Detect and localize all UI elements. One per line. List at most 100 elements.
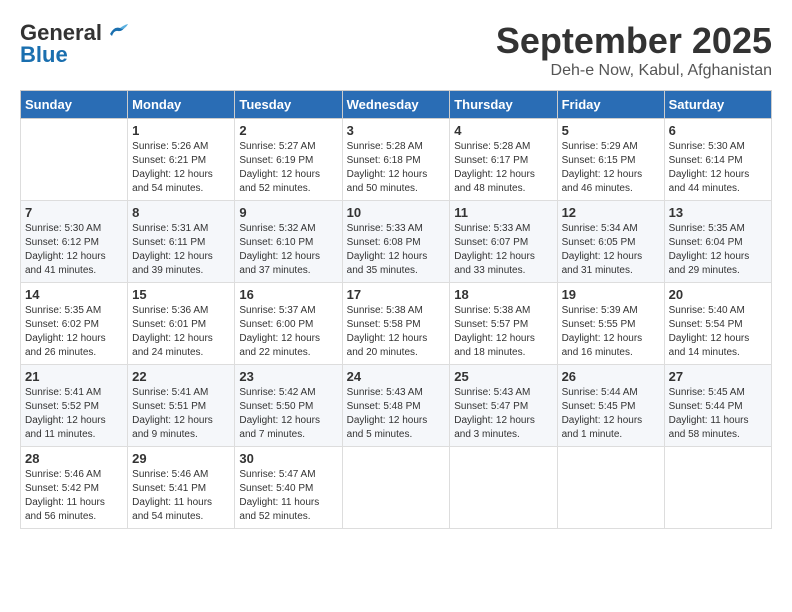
calendar-cell: 9 Sunrise: 5:32 AM Sunset: 6:10 PM Daylig… <box>235 201 342 283</box>
day-info: Sunrise: 5:27 AM Sunset: 6:19 PM Dayligh… <box>239 140 337 196</box>
calendar-week-row: 28Sunrise: 5:46 AM Sunset: 5:42 PM Dayli… <box>21 447 772 529</box>
day-number: 12 <box>562 205 660 220</box>
calendar-cell: 23Sunrise: 5:42 AM Sunset: 5:50 PM Dayli… <box>235 365 342 447</box>
calendar-cell: 4 Sunrise: 5:28 AM Sunset: 6:17 PM Daylig… <box>450 119 557 201</box>
day-number: 27 <box>669 369 767 384</box>
calendar-cell: 8 Sunrise: 5:31 AM Sunset: 6:11 PM Daylig… <box>128 201 235 283</box>
day-number: 16 <box>239 287 337 302</box>
day-number: 22 <box>132 369 230 384</box>
calendar-cell: 7 Sunrise: 5:30 AM Sunset: 6:12 PM Daylig… <box>21 201 128 283</box>
weekday-header-sunday: Sunday <box>21 91 128 119</box>
day-info: Sunrise: 5:28 AM Sunset: 6:17 PM Dayligh… <box>454 140 552 196</box>
calendar-cell: 13 Sunrise: 5:35 AM Sunset: 6:04 PM Dayli… <box>664 201 771 283</box>
day-info: Sunrise: 5:34 AM Sunset: 6:05 PM Dayligh… <box>562 222 660 278</box>
month-year-title: September 2025 <box>496 20 772 62</box>
calendar-cell: 2 Sunrise: 5:27 AM Sunset: 6:19 PM Daylig… <box>235 119 342 201</box>
day-info: Sunrise: 5:30 AM Sunset: 6:12 PM Dayligh… <box>25 222 123 278</box>
day-info: Sunrise: 5:41 AM Sunset: 5:51 PM Dayligh… <box>132 386 230 442</box>
calendar-cell: 28Sunrise: 5:46 AM Sunset: 5:42 PM Dayli… <box>21 447 128 529</box>
day-number: 19 <box>562 287 660 302</box>
day-number: 17 <box>347 287 446 302</box>
weekday-header-thursday: Thursday <box>450 91 557 119</box>
day-info: Sunrise: 5:30 AM Sunset: 6:14 PM Dayligh… <box>669 140 767 196</box>
calendar-week-row: 14Sunrise: 5:35 AM Sunset: 6:02 PM Dayli… <box>21 283 772 365</box>
calendar-cell: 25 Sunrise: 5:43 AM Sunset: 5:47 PM Dayli… <box>450 365 557 447</box>
weekday-header-friday: Friday <box>557 91 664 119</box>
day-number: 25 <box>454 369 552 384</box>
calendar-cell: 1Sunrise: 5:26 AM Sunset: 6:21 PM Daylig… <box>128 119 235 201</box>
day-info: Sunrise: 5:38 AM Sunset: 5:57 PM Dayligh… <box>454 304 552 360</box>
calendar-cell: 6 Sunrise: 5:30 AM Sunset: 6:14 PM Daylig… <box>664 119 771 201</box>
day-number: 2 <box>239 123 337 138</box>
calendar-cell: 15Sunrise: 5:36 AM Sunset: 6:01 PM Dayli… <box>128 283 235 365</box>
calendar-cell <box>664 447 771 529</box>
calendar-cell: 18 Sunrise: 5:38 AM Sunset: 5:57 PM Dayli… <box>450 283 557 365</box>
day-number: 21 <box>25 369 123 384</box>
day-info: Sunrise: 5:44 AM Sunset: 5:45 PM Dayligh… <box>562 386 660 442</box>
weekday-header-wednesday: Wednesday <box>342 91 450 119</box>
calendar-cell: 3 Sunrise: 5:28 AM Sunset: 6:18 PM Daylig… <box>342 119 450 201</box>
logo-bird-icon <box>106 24 128 42</box>
calendar-week-row: 7 Sunrise: 5:30 AM Sunset: 6:12 PM Daylig… <box>21 201 772 283</box>
day-number: 11 <box>454 205 552 220</box>
day-number: 23 <box>239 369 337 384</box>
calendar-cell: 11 Sunrise: 5:33 AM Sunset: 6:07 PM Dayli… <box>450 201 557 283</box>
calendar-week-row: 21Sunrise: 5:41 AM Sunset: 5:52 PM Dayli… <box>21 365 772 447</box>
day-info: Sunrise: 5:31 AM Sunset: 6:11 PM Dayligh… <box>132 222 230 278</box>
calendar-cell: 30Sunrise: 5:47 AM Sunset: 5:40 PM Dayli… <box>235 447 342 529</box>
day-number: 1 <box>132 123 230 138</box>
day-number: 4 <box>454 123 552 138</box>
day-info: Sunrise: 5:46 AM Sunset: 5:42 PM Dayligh… <box>25 468 123 524</box>
day-number: 18 <box>454 287 552 302</box>
day-info: Sunrise: 5:33 AM Sunset: 6:08 PM Dayligh… <box>347 222 446 278</box>
day-number: 10 <box>347 205 446 220</box>
day-number: 24 <box>347 369 446 384</box>
day-number: 7 <box>25 205 123 220</box>
day-info: Sunrise: 5:28 AM Sunset: 6:18 PM Dayligh… <box>347 140 446 196</box>
page-header: General Blue September 2025 Deh-e Now, K… <box>20 20 772 80</box>
day-info: Sunrise: 5:32 AM Sunset: 6:10 PM Dayligh… <box>239 222 337 278</box>
calendar-cell: 26 Sunrise: 5:44 AM Sunset: 5:45 PM Dayli… <box>557 365 664 447</box>
day-info: Sunrise: 5:39 AM Sunset: 5:55 PM Dayligh… <box>562 304 660 360</box>
weekday-header-saturday: Saturday <box>664 91 771 119</box>
day-number: 6 <box>669 123 767 138</box>
weekday-header-monday: Monday <box>128 91 235 119</box>
calendar-cell <box>21 119 128 201</box>
logo: General Blue <box>20 20 128 68</box>
day-number: 26 <box>562 369 660 384</box>
calendar-cell: 19 Sunrise: 5:39 AM Sunset: 5:55 PM Dayli… <box>557 283 664 365</box>
weekday-header-tuesday: Tuesday <box>235 91 342 119</box>
day-number: 3 <box>347 123 446 138</box>
calendar-cell: 29Sunrise: 5:46 AM Sunset: 5:41 PM Dayli… <box>128 447 235 529</box>
calendar-cell: 12 Sunrise: 5:34 AM Sunset: 6:05 PM Dayli… <box>557 201 664 283</box>
day-info: Sunrise: 5:46 AM Sunset: 5:41 PM Dayligh… <box>132 468 230 524</box>
calendar-cell <box>342 447 450 529</box>
day-number: 9 <box>239 205 337 220</box>
day-info: Sunrise: 5:37 AM Sunset: 6:00 PM Dayligh… <box>239 304 337 360</box>
calendar-cell: 14Sunrise: 5:35 AM Sunset: 6:02 PM Dayli… <box>21 283 128 365</box>
day-number: 5 <box>562 123 660 138</box>
weekday-header-row: SundayMondayTuesdayWednesdayThursdayFrid… <box>21 91 772 119</box>
day-number: 20 <box>669 287 767 302</box>
day-info: Sunrise: 5:33 AM Sunset: 6:07 PM Dayligh… <box>454 222 552 278</box>
day-number: 14 <box>25 287 123 302</box>
day-info: Sunrise: 5:35 AM Sunset: 6:04 PM Dayligh… <box>669 222 767 278</box>
calendar-cell: 16 Sunrise: 5:37 AM Sunset: 6:00 PM Dayli… <box>235 283 342 365</box>
day-info: Sunrise: 5:45 AM Sunset: 5:44 PM Dayligh… <box>669 386 767 442</box>
calendar-cell: 24 Sunrise: 5:43 AM Sunset: 5:48 PM Dayli… <box>342 365 450 447</box>
calendar-cell: 27 Sunrise: 5:45 AM Sunset: 5:44 PM Dayli… <box>664 365 771 447</box>
calendar-cell: 17Sunrise: 5:38 AM Sunset: 5:58 PM Dayli… <box>342 283 450 365</box>
day-info: Sunrise: 5:43 AM Sunset: 5:48 PM Dayligh… <box>347 386 446 442</box>
day-number: 8 <box>132 205 230 220</box>
calendar-cell <box>557 447 664 529</box>
calendar-cell: 10 Sunrise: 5:33 AM Sunset: 6:08 PM Dayli… <box>342 201 450 283</box>
calendar-cell: 22 Sunrise: 5:41 AM Sunset: 5:51 PM Dayli… <box>128 365 235 447</box>
day-info: Sunrise: 5:43 AM Sunset: 5:47 PM Dayligh… <box>454 386 552 442</box>
day-info: Sunrise: 5:29 AM Sunset: 6:15 PM Dayligh… <box>562 140 660 196</box>
day-number: 15 <box>132 287 230 302</box>
day-info: Sunrise: 5:40 AM Sunset: 5:54 PM Dayligh… <box>669 304 767 360</box>
calendar-cell: 5 Sunrise: 5:29 AM Sunset: 6:15 PM Daylig… <box>557 119 664 201</box>
day-number: 30 <box>239 451 337 466</box>
calendar-week-row: 1Sunrise: 5:26 AM Sunset: 6:21 PM Daylig… <box>21 119 772 201</box>
day-number: 13 <box>669 205 767 220</box>
